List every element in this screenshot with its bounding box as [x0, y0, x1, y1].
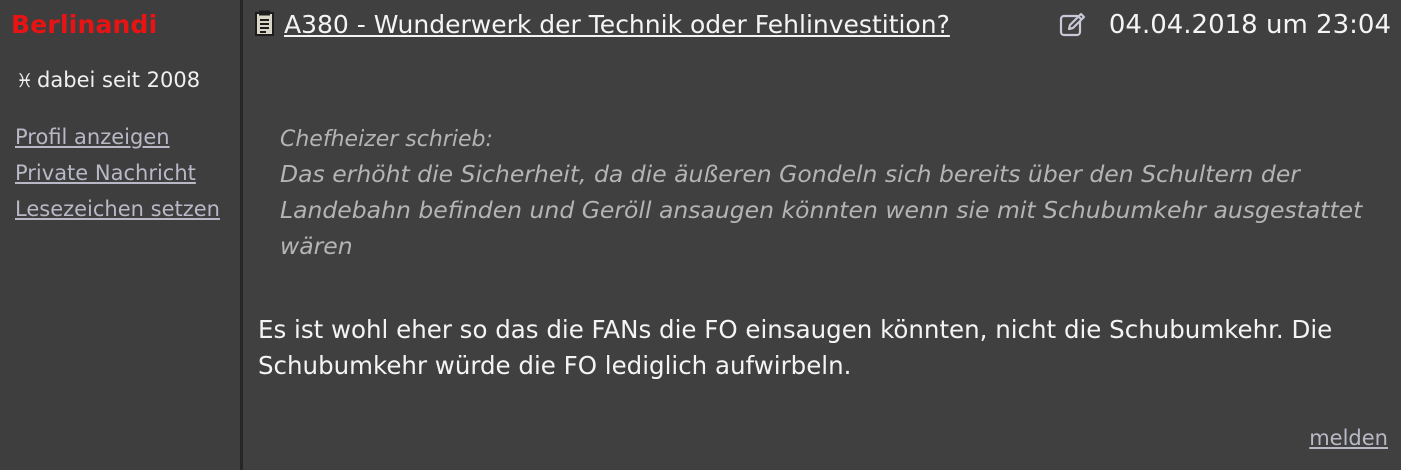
- document-icon: [255, 10, 275, 36]
- report-link[interactable]: melden: [1309, 426, 1388, 450]
- quote-text: Das erhöht die Sicherheit, da die äußere…: [280, 160, 1363, 260]
- author-sidebar: Berlinandi ♓ dabei seit 2008 Profil anzei…: [0, 0, 240, 470]
- bookmark-link[interactable]: Lesezeichen setzen: [15, 197, 220, 221]
- private-message-link[interactable]: Private Nachricht: [15, 161, 196, 185]
- member-since: ♓ dabei seit 2008: [16, 68, 200, 92]
- post-body: Es ist wohl eher so das die FANs die FO …: [258, 315, 1333, 380]
- forum-post: Berlinandi ♓ dabei seit 2008 Profil anzei…: [0, 0, 1401, 470]
- member-badge-icon: ♓: [16, 70, 34, 92]
- topic-title-link[interactable]: A380 - Wunderwerk der Technik oder Fehli…: [284, 10, 950, 39]
- edit-icon[interactable]: [1059, 12, 1087, 38]
- post-content: A380 - Wunderwerk der Technik oder Fehli…: [243, 0, 1401, 470]
- member-since-text: dabei seit 2008: [37, 68, 201, 92]
- quote-author: Chefheizer schrieb:: [280, 127, 493, 152]
- post-timestamp: 04.04.2018 um 23:04: [1108, 10, 1391, 40]
- profile-link[interactable]: Profil anzeigen: [15, 125, 170, 149]
- author-name[interactable]: Berlinandi: [11, 10, 157, 39]
- quote-block: Chefheizer schrieb: Das erhöht die Siche…: [280, 124, 1390, 264]
